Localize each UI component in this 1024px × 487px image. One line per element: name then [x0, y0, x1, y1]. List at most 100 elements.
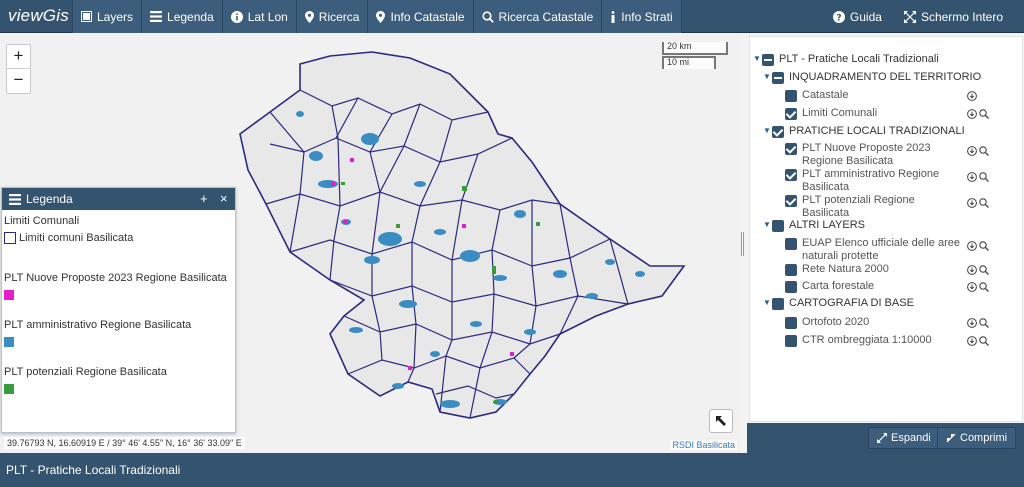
zoom-to-layer-icon[interactable]	[979, 282, 989, 292]
layer-checkbox[interactable]	[785, 108, 797, 120]
compress-icon	[946, 433, 956, 443]
download-icon[interactable]	[967, 198, 977, 208]
layer-actions	[967, 198, 989, 208]
zoom-to-layer-icon[interactable]	[979, 198, 989, 208]
collapse-button[interactable]: Comprimi	[937, 427, 1017, 449]
mouse-coordinates: 39.76793 N, 16.60919 E / 39° 46' 4.55" N…	[4, 437, 245, 449]
layer-checkbox[interactable]	[785, 281, 797, 293]
layer-catastale[interactable]: Catastale	[785, 89, 848, 102]
zoom-to-layer-icon[interactable]	[979, 172, 989, 182]
layer-checkbox[interactable]	[785, 238, 797, 250]
legend-panel: Legenda + × Limiti Comunali Limiti comun…	[1, 187, 236, 433]
zoom-to-layer-icon[interactable]	[979, 265, 989, 275]
tree-group-pratiche[interactable]: ▼ PRATICHE LOCALI TRADIZIONALI	[763, 125, 965, 138]
layer-plt-nuove-proposte[interactable]: PLT Nuove Proposte 2023 Regione Basilicat…	[785, 142, 931, 168]
download-icon[interactable]	[967, 265, 977, 275]
nav-info-catastale[interactable]: Info Catastale	[368, 0, 474, 33]
download-icon[interactable]	[967, 109, 977, 119]
zoom-to-layer-icon[interactable]	[979, 318, 989, 328]
nav-layers[interactable]: Layers	[72, 0, 143, 33]
outline-swatch	[4, 232, 16, 244]
layer-limiti-comunali[interactable]: Limiti Comunali	[785, 107, 877, 120]
nav-schermo-intero[interactable]: Schermo Intero	[893, 0, 1014, 33]
main-menu: Layers Legenda Lat Lon Ricerca Info Cata…	[72, 0, 682, 33]
layer-carta-forestale[interactable]: Carta forestale	[785, 280, 874, 293]
layer-checkbox[interactable]	[785, 169, 797, 181]
nav-ricerca[interactable]: Ricerca	[296, 0, 369, 33]
green-swatch	[4, 384, 14, 394]
tree-group-altri-layers[interactable]: ▼ ALTRI LAYERS	[763, 219, 865, 232]
caret-down-icon: ▼	[763, 126, 771, 135]
caret-down-icon: ▼	[763, 220, 771, 229]
nav-ricerca-catastale[interactable]: Ricerca Catastale	[473, 0, 603, 33]
region-boundary	[239, 51, 686, 419]
legend-entry-label: Limiti comuni Basilicata	[19, 232, 134, 244]
layer-plt-amministrativo[interactable]: PLT amministrativo Regione Basilicata	[785, 168, 939, 194]
download-icon[interactable]	[967, 91, 977, 101]
expand-icon	[877, 433, 887, 443]
group-checkbox[interactable]	[772, 72, 784, 84]
nav-legenda[interactable]: Legenda	[142, 0, 223, 33]
footer-bar: PLT - Pratiche Locali Tradizionali	[0, 453, 1024, 487]
download-icon[interactable]	[967, 241, 977, 251]
zoom-in-button[interactable]: +	[7, 45, 30, 69]
legend-expand-button[interactable]: +	[200, 191, 208, 206]
download-icon[interactable]	[967, 318, 977, 328]
group-checkbox[interactable]	[772, 298, 784, 310]
layer-checkbox[interactable]	[785, 264, 797, 276]
layer-ortofoto[interactable]: Ortofoto 2020	[785, 316, 869, 329]
layer-checkbox[interactable]	[785, 143, 797, 155]
caret-down-icon: ▼	[763, 72, 771, 81]
legend-group-potenziali: PLT potenziali Regione Basilicata	[4, 366, 235, 394]
download-icon[interactable]	[967, 336, 977, 346]
zoom-out-button[interactable]: −	[7, 69, 30, 93]
layer-checkbox[interactable]	[785, 195, 797, 207]
tree-root[interactable]: ▼ PLT - Pratiche Locali Tradizionali	[753, 53, 939, 66]
map-marker-icon	[304, 10, 314, 23]
right-menu: ? Guida Schermo Intero	[822, 0, 1014, 33]
zoom-to-layer-icon[interactable]	[979, 109, 989, 119]
download-icon[interactable]	[967, 282, 977, 292]
legend-entry: Limiti comuni Basilicata	[4, 232, 235, 244]
legend-body: Limiti Comunali Limiti comuni Basilicata…	[2, 210, 235, 394]
layer-actions	[967, 265, 989, 275]
layers-panel: ▼ PLT - Pratiche Locali Tradizionali ▼ I…	[747, 34, 1024, 453]
caret-down-icon: ▼	[753, 54, 761, 63]
arrow-up-left-icon	[716, 416, 726, 426]
group-checkbox[interactable]	[772, 220, 784, 232]
group-checkbox[interactable]	[772, 126, 784, 138]
layer-ctr-ombreggiata[interactable]: CTR ombreggiata 1:10000	[785, 334, 932, 347]
download-icon[interactable]	[967, 146, 977, 156]
panel-resize-handle[interactable]	[741, 232, 744, 256]
nav-info-strati[interactable]: Info Strati	[602, 0, 682, 33]
app-brand: viewGis	[8, 6, 69, 25]
expand-button[interactable]: Espandi	[868, 427, 940, 449]
legend-close-button[interactable]: ×	[220, 191, 228, 206]
zoom-to-layer-icon[interactable]	[979, 241, 989, 251]
legend-group-title: PLT amministrativo Regione Basilicata	[4, 319, 192, 331]
attribution-link[interactable]: RSDI Basilicata	[670, 440, 737, 450]
legend-group-title: PLT Nuove Proposte 2023 Regione Basilica…	[4, 272, 227, 284]
layer-checkbox[interactable]	[785, 90, 797, 102]
tree-group-cartografia[interactable]: ▼ CARTOGRAFIA DI BASE	[763, 297, 914, 310]
fullscreen-icon	[903, 10, 916, 23]
download-icon[interactable]	[967, 172, 977, 182]
scale-km: 20 km	[662, 42, 728, 55]
layer-rete-natura[interactable]: Rete Natura 2000	[785, 263, 889, 276]
zoom-control: + −	[6, 44, 31, 94]
layer-actions	[967, 172, 989, 182]
layer-plt-potenziali[interactable]: PLT potenziali Regione Basilicata	[785, 194, 915, 220]
nav-guida[interactable]: ? Guida	[822, 0, 893, 33]
layer-actions	[967, 91, 977, 101]
layer-euap[interactable]: EUAP Elenco ufficiale delle aree naturali…	[785, 237, 960, 263]
nav-lat-lon[interactable]: Lat Lon	[222, 0, 297, 33]
layer-actions	[967, 336, 989, 346]
zoom-to-layer-icon[interactable]	[979, 336, 989, 346]
layer-checkbox[interactable]	[785, 335, 797, 347]
overview-toggle-button[interactable]	[709, 409, 733, 433]
root-checkbox[interactable]	[762, 54, 774, 66]
tree-group-inquadramento[interactable]: ▼ INQUADRAMENTO DEL TERRITORIO	[763, 71, 981, 84]
layer-actions	[967, 282, 989, 292]
zoom-to-layer-icon[interactable]	[979, 146, 989, 156]
layer-checkbox[interactable]	[785, 317, 797, 329]
